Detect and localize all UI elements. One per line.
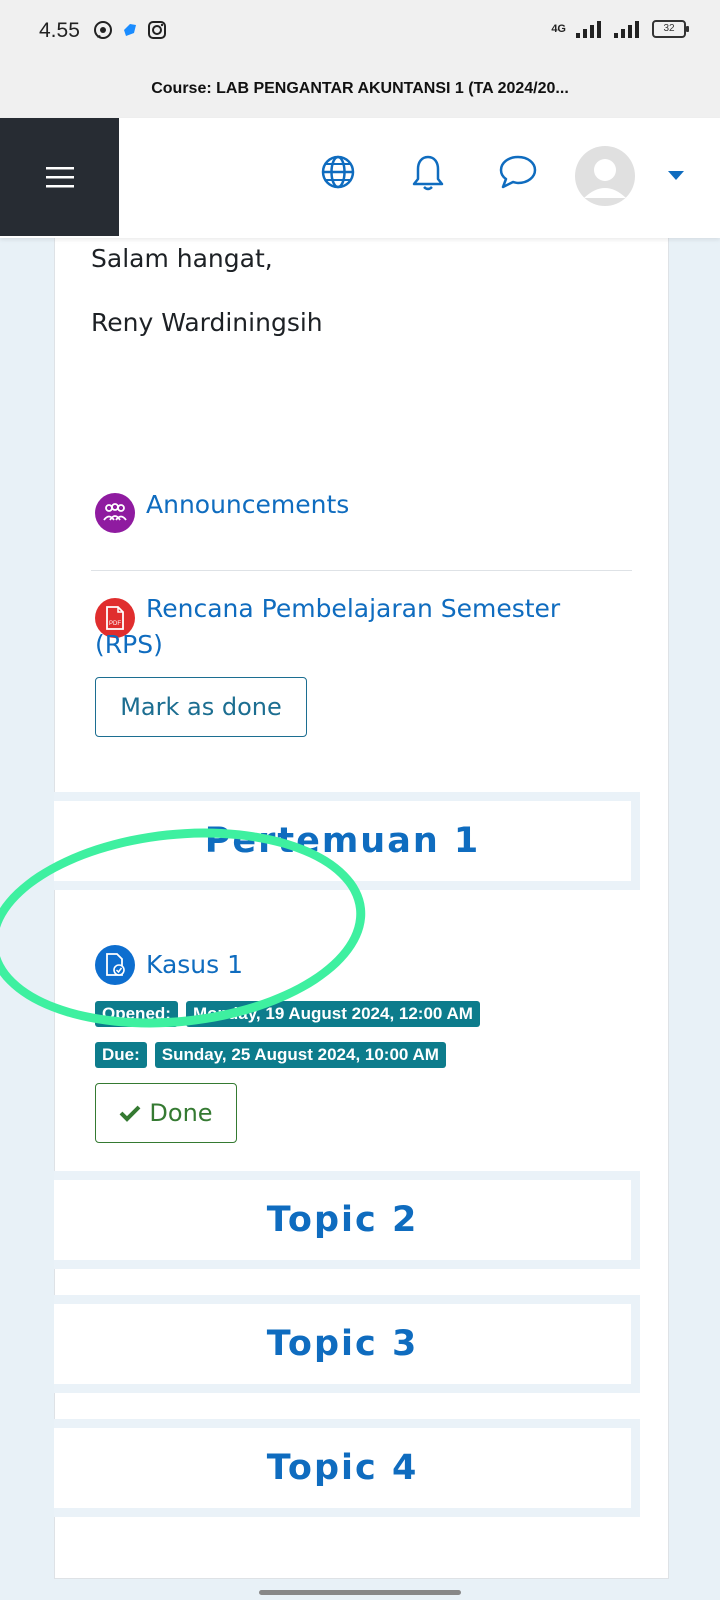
top-navbar (0, 118, 720, 238)
signal-icon-2 (614, 21, 639, 38)
opened-date: Monday, 19 August 2024, 12:00 AM (185, 1001, 480, 1027)
done-button[interactable]: Done (95, 1083, 237, 1143)
notification-icons (93, 20, 167, 40)
done-label: Done (149, 1099, 213, 1127)
menu-button[interactable] (0, 118, 119, 236)
forum-icon (95, 493, 135, 533)
whatsapp-icon (94, 21, 112, 39)
section-topic-4[interactable]: Topic 4 (54, 1419, 640, 1517)
chat-bubble-icon (499, 155, 537, 189)
greeting-text: Salam hangat, (91, 244, 273, 273)
mark-as-done-button[interactable]: Mark as done (95, 677, 307, 737)
avatar-icon (575, 146, 635, 206)
globe-icon (321, 155, 355, 189)
signature-text: Reny Wardiningsih (91, 308, 323, 337)
gesture-bar (259, 1590, 461, 1595)
network-label: 4G (551, 23, 566, 35)
notifications-button[interactable] (412, 154, 444, 197)
opened-date-row: Opened: Monday, 19 August 2024, 12:00 AM (95, 1001, 480, 1027)
rps-link-line2[interactable]: (RPS) (95, 630, 163, 659)
rps-link[interactable]: Rencana Pembelajaran Semester (146, 594, 560, 623)
due-date: Sunday, 25 August 2024, 10:00 AM (154, 1042, 446, 1068)
instagram-icon (148, 21, 166, 39)
check-icon (120, 1105, 141, 1122)
divider (91, 570, 632, 571)
due-date-row: Due: Sunday, 25 August 2024, 10:00 AM (95, 1042, 446, 1068)
battery-icon: 32 (652, 20, 689, 38)
kasus-1-link[interactable]: Kasus 1 (146, 950, 243, 979)
user-avatar[interactable] (575, 146, 635, 211)
messages-button[interactable] (498, 154, 538, 195)
bell-icon (412, 155, 444, 191)
user-menu-toggle[interactable] (668, 168, 684, 186)
section-topic-2[interactable]: Topic 2 (54, 1171, 640, 1269)
hamburger-icon (45, 167, 74, 188)
section-pertemuan-1[interactable]: Pertemuan 1 (54, 792, 640, 890)
svg-text:PDF: PDF (109, 621, 121, 627)
status-time: 4.55 (39, 19, 80, 42)
announcements-link[interactable]: Announcements (146, 490, 349, 519)
app-icon (124, 24, 136, 36)
signal-icon (576, 21, 601, 38)
system-status: 4G 32 (551, 20, 689, 38)
caret-down-icon (668, 171, 684, 180)
status-bar: 4.55 4G 32 (0, 0, 720, 60)
language-button[interactable] (320, 154, 356, 195)
opened-label: Opened: (95, 1001, 178, 1027)
section-topic-3[interactable]: Topic 3 (54, 1295, 640, 1393)
due-label: Due: (95, 1042, 147, 1068)
assignment-icon (95, 945, 135, 985)
course-title: Course: LAB PENGANTAR AKUNTANSI 1 (TA 20… (0, 60, 720, 118)
